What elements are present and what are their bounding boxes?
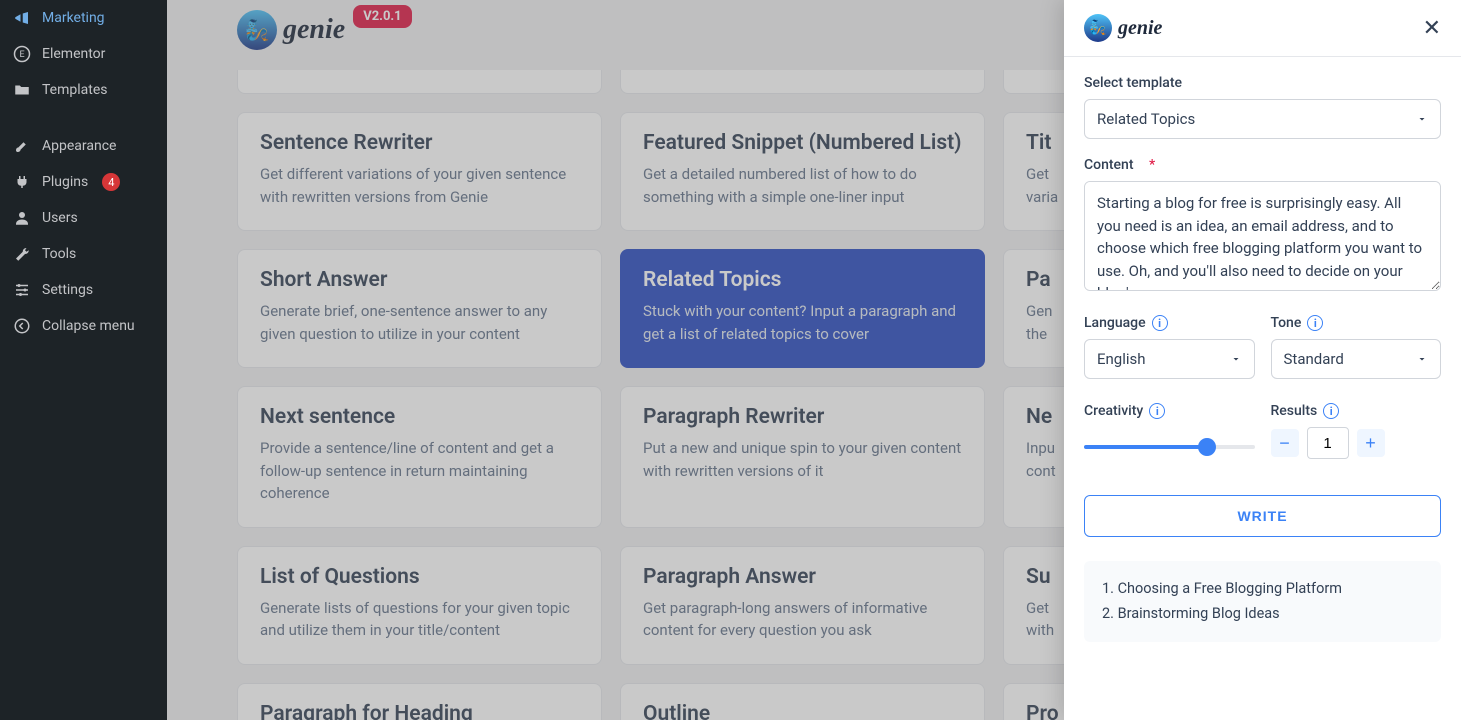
sidebar-item-settings[interactable]: Settings [0,272,167,308]
brand-name: genie [1118,17,1162,40]
plug-icon [12,172,32,192]
sidebar-item-users[interactable]: Users [0,200,167,236]
close-icon: ✕ [1423,15,1441,40]
creativity-label: Creativity i [1084,403,1255,419]
increment-button[interactable]: + [1357,429,1385,457]
output-line: 1. Choosing a Free Blogging Platform [1102,577,1423,602]
info-icon[interactable]: i [1323,403,1339,419]
write-button[interactable]: WRITE [1084,495,1441,537]
sidebar-item-plugins[interactable]: Plugins 4 [0,164,167,200]
panel-body: Select template Related Topics Content *… [1064,57,1461,720]
collapse-icon [12,316,32,336]
select-template-label: Select template [1084,75,1441,91]
decrement-button[interactable]: − [1271,429,1299,457]
content-textarea[interactable] [1084,181,1441,291]
genie-logo-icon: 🧞 [1084,14,1112,42]
sidebar-item-collapse[interactable]: Collapse menu [0,308,167,344]
tone-select[interactable]: Standard [1271,339,1442,379]
info-icon[interactable]: i [1307,315,1323,331]
sidebar-item-label: Templates [42,82,108,98]
sidebar-item-label: Marketing [42,10,105,26]
sliders-icon [12,280,32,300]
results-stepper: − + [1271,427,1442,459]
sidebar-item-label: Collapse menu [42,318,135,334]
sidebar-item-appearance[interactable]: Appearance [0,128,167,164]
panel-brand: 🧞 genie [1084,14,1162,42]
creativity-slider[interactable] [1084,445,1255,449]
e-circle-icon: E [12,44,32,64]
results-label: Results i [1271,403,1442,419]
tone-label: Tone i [1271,315,1442,331]
sidebar-item-templates[interactable]: Templates [0,72,167,108]
sidebar-item-label: Appearance [42,138,116,154]
plugins-badge: 4 [102,173,120,191]
info-icon[interactable]: i [1149,403,1165,419]
info-icon[interactable]: i [1152,315,1168,331]
sidebar-item-label: Settings [42,282,93,298]
sidebar-item-elementor[interactable]: E Elementor [0,36,167,72]
sidebar-item-label: Elementor [42,46,105,62]
sidebar-item-label: Users [42,210,78,226]
brush-icon [12,136,32,156]
output-box: 1. Choosing a Free Blogging Platform 2. … [1084,561,1441,642]
svg-text:E: E [19,50,24,60]
language-select[interactable]: English [1084,339,1255,379]
results-input[interactable] [1307,427,1349,459]
user-icon [12,208,32,228]
megaphone-icon [12,8,32,28]
language-label: Language i [1084,315,1255,331]
sidebar-item-marketing[interactable]: Marketing [0,0,167,36]
output-line: 2. Brainstorming Blog Ideas [1102,602,1423,627]
sidebar-item-label: Tools [42,246,76,262]
panel-header: 🧞 genie ✕ [1064,0,1461,57]
wrench-icon [12,244,32,264]
content-label: Content * [1084,157,1441,173]
genie-side-panel: 🧞 genie ✕ Select template Related Topics… [1064,0,1461,720]
folder-icon [12,80,32,100]
template-select[interactable]: Related Topics [1084,99,1441,139]
sidebar-item-label: Plugins [42,174,88,190]
required-asterisk: * [1149,157,1155,173]
close-button[interactable]: ✕ [1423,15,1441,41]
wp-admin-sidebar: Marketing E Elementor Templates Appearan… [0,0,167,720]
sidebar-item-tools[interactable]: Tools [0,236,167,272]
